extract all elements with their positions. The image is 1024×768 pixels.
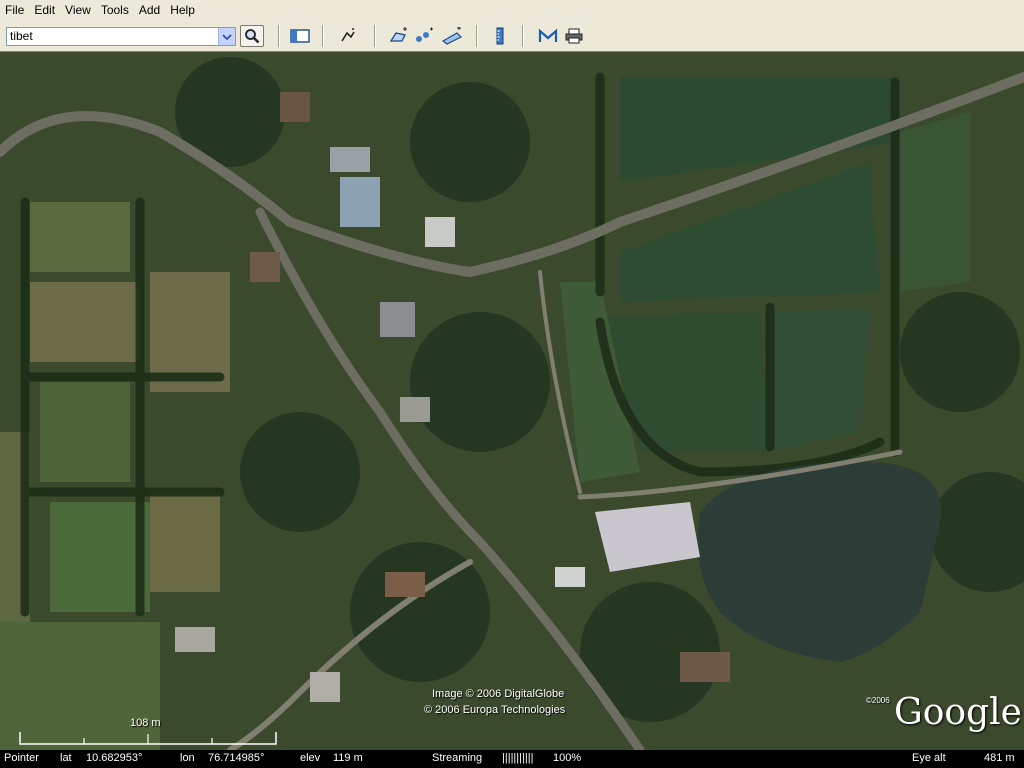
toolbar-separator [278, 25, 280, 47]
search-dropdown-button[interactable] [218, 28, 235, 45]
eye-alt-value: 481 m [984, 752, 1015, 764]
lat-value: 10.682953° [86, 752, 143, 764]
imagery-attribution: Image © 2006 DigitalGlobe [432, 688, 565, 700]
placemark-icon [341, 28, 355, 42]
toolbar [0, 20, 1024, 52]
chevron-down-icon [222, 33, 232, 40]
search-icon [245, 29, 260, 44]
search-button[interactable] [240, 25, 264, 47]
streaming-progress: ||||||||||| [502, 752, 534, 764]
image-overlay-icon [441, 27, 463, 45]
toolbar-separator [476, 25, 478, 47]
satellite-map-view[interactable]: Image © 2006 DigitalGlobe © 2006 Europa … [0, 52, 1024, 750]
toolbar-separator [522, 25, 524, 47]
sidebar-toggle-icon [290, 29, 310, 43]
menu-add[interactable]: Add [134, 0, 165, 20]
status-bar: Pointer lat 10.682953° lon 76.714985° el… [0, 750, 1024, 768]
ruler-button[interactable] [488, 25, 512, 47]
print-button[interactable] [562, 25, 586, 47]
email-icon [538, 28, 558, 42]
scale-bar [19, 732, 277, 745]
polygon-icon [389, 27, 407, 42]
ruler-icon [496, 27, 504, 45]
menu-help[interactable]: Help [165, 0, 200, 20]
search-input[interactable] [7, 28, 215, 44]
scale-label: 108 m [130, 717, 161, 729]
menu-edit[interactable]: Edit [29, 0, 60, 20]
elev-value: 119 m [333, 752, 363, 764]
email-button[interactable] [536, 25, 560, 47]
elev-label: elev [300, 752, 321, 764]
google-logo: Google [894, 692, 1022, 733]
sidebar-toggle-button[interactable] [288, 25, 312, 47]
lat-label: lat [60, 752, 72, 764]
eye-alt-label: Eye alt [912, 752, 946, 764]
toolbar-separator [322, 25, 324, 47]
search-combobox[interactable] [6, 27, 236, 46]
streaming-label: Streaming [432, 752, 483, 764]
satellite-imagery [0, 52, 1024, 750]
menu-file[interactable]: File [0, 0, 29, 20]
lon-value: 76.714985° [208, 752, 265, 764]
copyright-attribution: © 2006 Europa Technologies [424, 704, 566, 716]
add-placemark-button[interactable] [336, 25, 360, 47]
add-image-overlay-button[interactable] [440, 25, 464, 47]
menu-bar: File Edit View Tools Add Help [0, 0, 1024, 20]
add-path-button[interactable] [412, 25, 436, 47]
lon-label: lon [180, 752, 195, 764]
menu-tools[interactable]: Tools [96, 0, 134, 20]
logo-copyright: ©2006 [866, 696, 890, 705]
streaming-percent: 100% [553, 752, 582, 764]
add-polygon-button[interactable] [386, 25, 410, 47]
toolbar-separator [374, 25, 376, 47]
print-icon [565, 28, 583, 44]
pointer-label: Pointer [4, 752, 39, 764]
menu-view[interactable]: View [60, 0, 96, 20]
path-icon [416, 27, 433, 42]
